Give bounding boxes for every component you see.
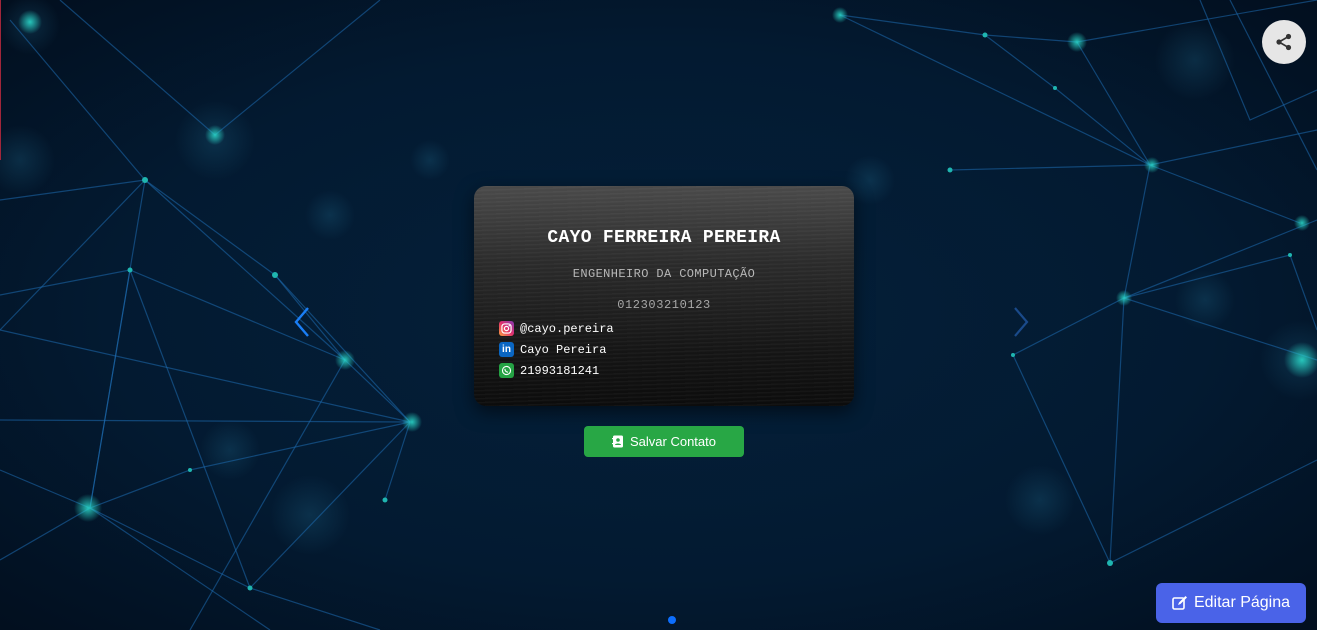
card-name: CAYO FERREIRA PEREIRA [547,228,781,248]
business-card: CAYO FERREIRA PEREIRA ENGENHEIRO DA COMP… [474,186,854,406]
carousel-indicator-active[interactable] [668,616,676,624]
chevron-left-icon [294,307,309,337]
contact-card-icon [612,435,624,448]
contact-whatsapp-text: 21993181241 [520,363,600,378]
card-number: 012303210123 [617,298,711,312]
card-title: ENGENHEIRO DA COMPUTAÇÃO [572,267,756,281]
whatsapp-icon [499,363,514,378]
contact-instagram[interactable]: @cayo.pereira [499,321,614,336]
contact-instagram-text: @cayo.pereira [520,321,614,336]
share-icon [1276,33,1292,51]
save-contact-label: Salvar Contato [630,434,716,449]
contact-linkedin-text: Cayo Pereira [520,342,607,357]
edit-page-button[interactable]: Editar Página [1156,583,1306,623]
chevron-right-icon [1014,307,1029,337]
share-button[interactable] [1262,20,1306,64]
linkedin-icon: in [499,342,514,357]
edit-page-label: Editar Página [1193,594,1291,611]
carousel-next-button[interactable] [1011,306,1031,338]
contact-whatsapp[interactable]: 21993181241 [499,363,599,378]
edit-icon [1172,595,1188,611]
carousel-prev-button[interactable] [292,306,312,338]
instagram-icon [499,321,514,336]
window-edge-line [0,0,1,160]
save-contact-button[interactable]: Salvar Contato [584,426,744,457]
contact-linkedin[interactable]: in Cayo Pereira [499,342,606,357]
